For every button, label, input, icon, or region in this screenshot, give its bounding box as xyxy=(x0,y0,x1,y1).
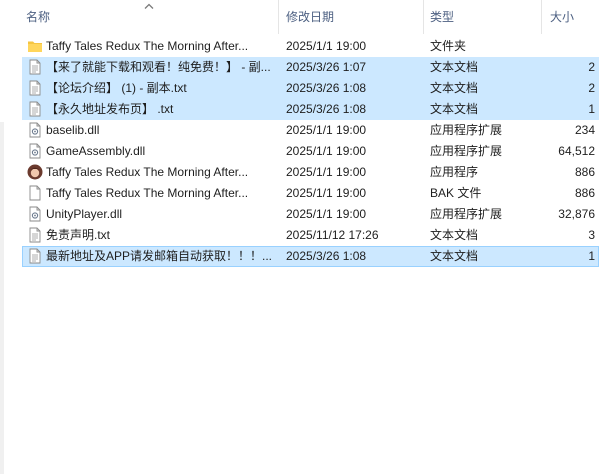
file-type: 文本文档 xyxy=(430,249,479,263)
column-header-bar: 名称 修改日期 类型 大小 xyxy=(0,0,607,34)
file-row[interactable]: UnityPlayer.dll 2025/1/1 19:00 应用程序扩展 32,87… xyxy=(22,204,599,225)
file-size: 886 xyxy=(574,186,595,200)
file-type: 文本文档 xyxy=(430,228,479,242)
file-row[interactable]: 【来了就能下载和观看！纯免费！】 - 副... 2025/3/26 1:07 文本文… xyxy=(22,57,599,78)
file-size: 2 xyxy=(588,81,595,95)
file-type: 文件夹 xyxy=(430,39,467,53)
file-name: 【来了就能下载和观看！纯免费！】 - 副... xyxy=(46,60,271,74)
file-type: 文本文档 xyxy=(430,81,479,95)
file-size: 886 xyxy=(574,165,595,179)
file-name: UnityPlayer.dll xyxy=(46,207,123,221)
column-header-date[interactable]: 修改日期 xyxy=(286,0,334,34)
file-size: 64,512 xyxy=(558,144,595,158)
dll-file-icon xyxy=(27,122,43,138)
file-name: GameAssembly.dll xyxy=(46,144,146,158)
column-divider[interactable] xyxy=(278,0,279,34)
file-modified-date: 2025/1/1 19:00 xyxy=(286,207,367,221)
file-row[interactable]: 【永久地址发布页】 .txt 2025/3/26 1:08 文本文档 1 xyxy=(22,99,599,120)
file-size: 1 xyxy=(588,249,595,263)
pane-scroll-stripe xyxy=(0,122,4,474)
text-file-icon xyxy=(27,248,43,264)
file-name: 免责声明.txt xyxy=(46,228,111,242)
column-header-type[interactable]: 类型 xyxy=(430,0,454,34)
file-modified-date: 2025/3/26 1:08 xyxy=(286,81,367,95)
file-size: 32,876 xyxy=(558,207,595,221)
column-header-size[interactable]: 大小 xyxy=(550,0,574,34)
column-header-name[interactable]: 名称 xyxy=(26,0,50,34)
file-row[interactable]: 最新地址及APP请发邮箱自动获取！！！... 2025/3/26 1:08 文本文档… xyxy=(22,246,599,267)
file-name: 【论坛介绍】 (1) - 副本.txt xyxy=(46,81,187,95)
file-type: 应用程序扩展 xyxy=(430,144,503,158)
file-name: 【永久地址发布页】 .txt xyxy=(46,102,174,116)
file-type: 应用程序扩展 xyxy=(430,207,503,221)
file-name: 最新地址及APP请发邮箱自动获取！！！... xyxy=(46,249,272,263)
file-modified-date: 2025/3/26 1:08 xyxy=(286,249,367,263)
file-modified-date: 2025/3/26 1:08 xyxy=(286,102,367,116)
text-file-icon xyxy=(27,80,43,96)
app-avatar-icon xyxy=(27,164,43,180)
file-type: 文本文档 xyxy=(430,60,479,74)
file-size: 1 xyxy=(588,102,595,116)
file-row[interactable]: 【论坛介绍】 (1) - 副本.txt 2025/3/26 1:08 文本文档 2 xyxy=(22,78,599,99)
file-row[interactable]: Taffy Tales Redux The Morning After... 20… xyxy=(22,183,599,204)
dll-file-icon xyxy=(27,206,43,222)
file-modified-date: 2025/1/1 19:00 xyxy=(286,123,367,137)
file-type: BAK 文件 xyxy=(430,186,482,200)
text-file-icon xyxy=(27,59,43,75)
file-modified-date: 2025/11/12 17:26 xyxy=(286,228,379,242)
file-size xyxy=(540,36,595,57)
file-type: 文本文档 xyxy=(430,102,479,116)
sort-ascending-icon[interactable] xyxy=(143,2,155,10)
file-row[interactable]: GameAssembly.dll 2025/1/1 19:00 应用程序扩展 64,5… xyxy=(22,141,599,162)
dll-file-icon xyxy=(27,143,43,159)
file-type: 应用程序扩展 xyxy=(430,123,503,137)
file-name: Taffy Tales Redux The Morning After... xyxy=(46,165,249,179)
navigation-pane-edge xyxy=(0,0,5,474)
file-type: 应用程序 xyxy=(430,165,479,179)
file-name: baselib.dll xyxy=(46,123,100,137)
text-file-icon xyxy=(27,101,43,117)
file-modified-date: 2025/1/1 19:00 xyxy=(286,186,367,200)
file-size: 3 xyxy=(588,228,595,242)
folder-icon xyxy=(27,38,43,54)
file-size: 234 xyxy=(574,123,595,137)
column-divider[interactable] xyxy=(423,0,424,34)
column-divider[interactable] xyxy=(541,0,542,34)
file-modified-date: 2025/3/26 1:07 xyxy=(286,60,367,74)
text-file-icon xyxy=(27,227,43,243)
file-modified-date: 2025/1/1 19:00 xyxy=(286,165,367,179)
blank-file-icon xyxy=(27,185,43,201)
file-size: 2 xyxy=(588,60,595,74)
file-modified-date: 2025/1/1 19:00 xyxy=(286,39,367,53)
file-row[interactable]: baselib.dll 2025/1/1 19:00 应用程序扩展 234 xyxy=(22,120,599,141)
file-name: Taffy Tales Redux The Morning After... xyxy=(46,39,249,53)
file-row[interactable]: Taffy Tales Redux The Morning After... 20… xyxy=(22,162,599,183)
file-row[interactable]: Taffy Tales Redux The Morning After... 20… xyxy=(22,36,599,57)
file-row[interactable]: 免责声明.txt 2025/11/12 17:26 文本文档 3 xyxy=(22,225,599,246)
file-modified-date: 2025/1/1 19:00 xyxy=(286,144,367,158)
file-name: Taffy Tales Redux The Morning After... xyxy=(46,186,249,200)
